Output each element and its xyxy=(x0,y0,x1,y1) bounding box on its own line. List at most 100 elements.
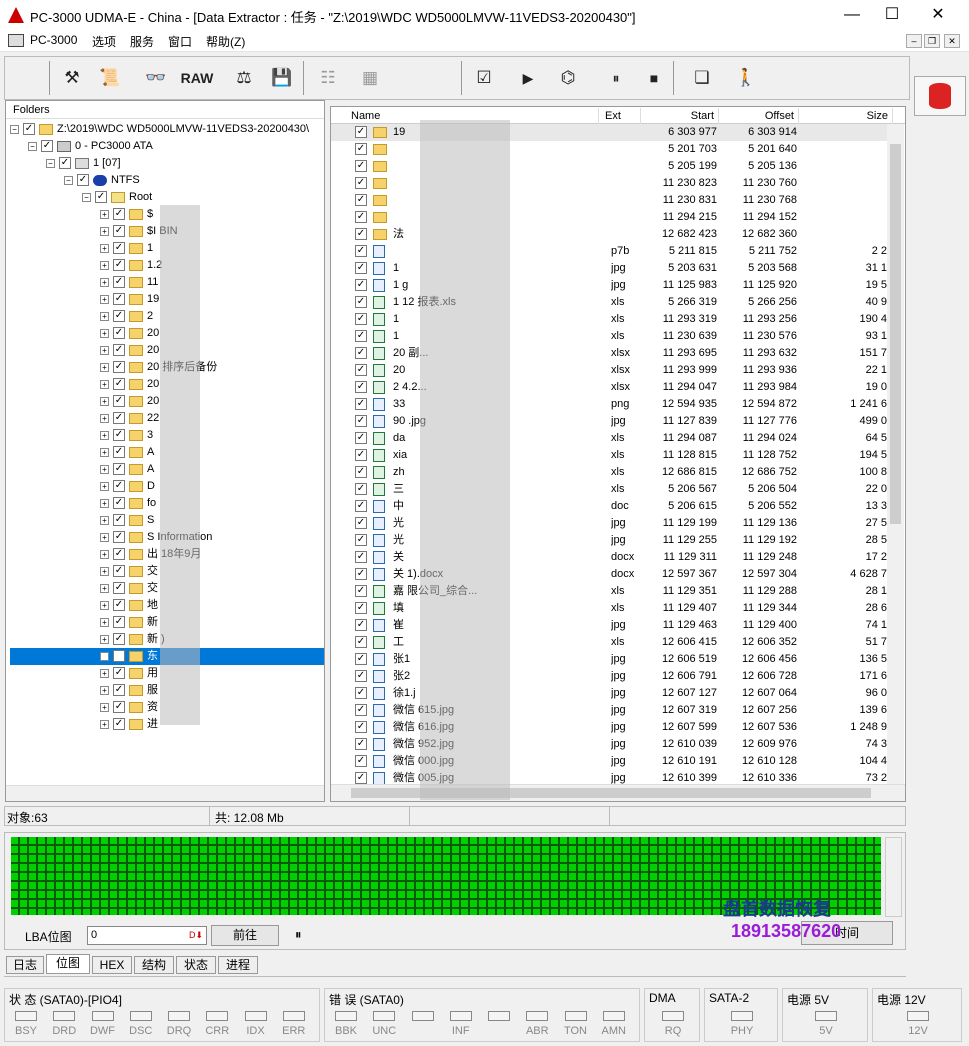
tab-structure[interactable]: 结构 xyxy=(134,956,174,974)
menu-pc3000[interactable]: PC-3000 xyxy=(30,33,77,47)
expand-icon[interactable]: + xyxy=(100,362,109,372)
checkbox[interactable]: ✓ xyxy=(355,517,367,530)
checkbox[interactable]: ✓ xyxy=(113,259,125,272)
windows-icon[interactable]: ❏ xyxy=(689,65,715,91)
tree-node-ntfs[interactable]: − ✓ NTFS xyxy=(10,172,324,189)
checkbox[interactable]: ✓ xyxy=(355,245,367,258)
flow-icon[interactable]: ⌬ xyxy=(553,65,583,91)
file-row[interactable]: ✓ 徐1.j jpg 12 607 127 12 607 064 96 0 xyxy=(331,685,887,702)
file-row[interactable]: ✓ 法 12 682 423 12 682 360 xyxy=(331,226,887,243)
file-row[interactable]: ✓ 1 xls 11 230 639 11 230 576 93 1 xyxy=(331,328,887,345)
checkbox[interactable]: ✓ xyxy=(355,347,367,360)
file-row[interactable]: ✓ 5 205 199 5 205 136 xyxy=(331,158,887,175)
checkbox[interactable]: ✓ xyxy=(355,415,367,428)
expand-icon[interactable]: + xyxy=(100,311,109,321)
checkbox[interactable]: ✓ xyxy=(113,378,125,391)
checkbox[interactable]: ✓ xyxy=(113,242,125,255)
file-row[interactable]: ✓ 填 xls 11 129 407 11 129 344 28 6 xyxy=(331,600,887,617)
checkbox[interactable]: ✓ xyxy=(355,279,367,292)
file-row[interactable]: ✓ 崔 jpg 11 129 463 11 129 400 74 1 xyxy=(331,617,887,634)
checkbox[interactable]: ✓ xyxy=(355,228,367,241)
checkbox[interactable]: ✓ xyxy=(355,194,367,207)
tab-process[interactable]: 进程 xyxy=(218,956,258,974)
checkbox[interactable]: ✓ xyxy=(355,721,367,734)
file-row[interactable]: ✓ 中 doc 5 206 615 5 206 552 13 3 xyxy=(331,498,887,515)
checkbox[interactable]: ✓ xyxy=(113,310,125,323)
checkbox[interactable]: ✓ xyxy=(113,650,125,663)
file-row[interactable]: ✓ 19 6 303 977 6 303 914 xyxy=(331,124,887,141)
checkbox[interactable]: ✓ xyxy=(355,466,367,479)
expand-icon[interactable]: + xyxy=(100,515,109,525)
pause-button[interactable]: ⏸ xyxy=(603,65,629,91)
expand-icon[interactable]: + xyxy=(100,277,109,287)
checkbox[interactable]: ✓ xyxy=(113,208,125,221)
check-icon[interactable]: ☑ xyxy=(471,65,497,91)
folders-hscrollbar[interactable] xyxy=(6,785,324,801)
checkbox[interactable]: ✓ xyxy=(113,599,125,612)
bitmap-vscrollbar[interactable] xyxy=(885,837,902,917)
checkbox[interactable]: ✓ xyxy=(355,755,367,768)
expand-icon[interactable]: + xyxy=(100,481,109,491)
file-row[interactable]: ✓微信 616.jpgjpg12 607 59912 607 5361 248 … xyxy=(331,719,887,736)
file-row[interactable]: ✓ 光 jpg 11 129 199 11 129 136 27 5 xyxy=(331,515,887,532)
expand-icon[interactable]: + xyxy=(100,566,109,576)
checkbox[interactable]: ✓ xyxy=(355,738,367,751)
binoculars-icon[interactable]: 👓 xyxy=(143,65,169,91)
tab-log[interactable]: 日志 xyxy=(6,956,44,974)
checkbox[interactable]: ✓ xyxy=(355,177,367,190)
checkbox[interactable]: ✓ xyxy=(113,701,125,714)
expand-icon[interactable]: + xyxy=(100,549,109,559)
checkbox[interactable]: ✓ xyxy=(113,344,125,357)
checkbox[interactable]: ✓ xyxy=(113,514,125,527)
checkbox[interactable]: ✓ xyxy=(113,225,125,238)
mdi-minimize-button[interactable]: – xyxy=(906,34,922,48)
file-row[interactable]: ✓ da xls 11 294 087 11 294 024 64 5 xyxy=(331,430,887,447)
mdi-app-icon[interactable] xyxy=(8,34,24,47)
checkbox[interactable]: ✓ xyxy=(355,160,367,173)
checkbox[interactable]: ✓ xyxy=(113,446,125,459)
checkbox[interactable]: ✓ xyxy=(355,211,367,224)
checkbox[interactable]: ✓ xyxy=(113,480,125,493)
checkbox[interactable]: ✓ xyxy=(355,126,367,139)
checkbox[interactable]: ✓ xyxy=(355,534,367,547)
file-row[interactable]: ✓微信 615.jpgjpg12 607 31912 607 256139 6 xyxy=(331,702,887,719)
file-row[interactable]: ✓ 90 .jpg jpg 11 127 839 11 127 776 499 0 xyxy=(331,413,887,430)
checkbox[interactable]: ✓ xyxy=(113,463,125,476)
column-offset[interactable]: Offset xyxy=(721,108,799,124)
file-row[interactable]: ✓ 工 xls 12 606 415 12 606 352 51 7 xyxy=(331,634,887,651)
tree-node-partition[interactable]: − ✓ 1 [07] xyxy=(10,155,324,172)
checkbox[interactable]: ✓ xyxy=(355,619,367,632)
tree-icon[interactable]: ☷ xyxy=(315,65,341,91)
expand-icon[interactable]: + xyxy=(100,430,109,440)
menu-window[interactable]: 窗口 xyxy=(168,33,192,50)
file-row[interactable]: ✓ 1 xls 11 293 319 11 293 256 190 4 xyxy=(331,311,887,328)
checkbox[interactable]: ✓ xyxy=(113,684,125,697)
tree-node-drive[interactable]: − ✓ 0 - PC3000 ATA xyxy=(10,138,324,155)
file-row[interactable]: ✓ 1 g jpg 11 125 983 11 125 920 19 5 xyxy=(331,277,887,294)
menu-service[interactable]: 服务 xyxy=(130,33,154,50)
checkbox[interactable]: ✓ xyxy=(355,568,367,581)
expand-icon[interactable]: + xyxy=(100,668,109,678)
checkbox[interactable]: ✓ xyxy=(355,551,367,564)
file-row[interactable]: ✓微信 952.jpgjpg12 610 03912 609 97674 3 xyxy=(331,736,887,753)
vscroll-thumb[interactable] xyxy=(890,144,901,524)
file-row[interactable]: ✓ 20 副... xlsx 11 293 695 11 293 632 151 7 xyxy=(331,345,887,362)
expand-icon[interactable]: + xyxy=(100,396,109,406)
expand-icon[interactable]: + xyxy=(100,413,109,423)
checkbox[interactable]: ✓ xyxy=(113,361,125,374)
file-row[interactable]: ✓ 11 230 831 11 230 768 xyxy=(331,192,887,209)
checkbox[interactable]: ✓ xyxy=(355,432,367,445)
expand-icon[interactable]: + xyxy=(100,702,109,712)
bitmap-pause-button[interactable]: ⏸ xyxy=(295,927,302,943)
checkbox[interactable]: ✓ xyxy=(355,143,367,156)
expand-icon[interactable]: + xyxy=(100,379,109,389)
expand-icon[interactable]: + xyxy=(100,651,109,661)
mdi-restore-button[interactable]: ❐ xyxy=(924,34,940,48)
file-list-hscrollbar[interactable] xyxy=(331,784,905,801)
checkbox[interactable]: ✓ xyxy=(355,483,367,496)
checkbox[interactable]: ✓ xyxy=(113,582,125,595)
expand-icon[interactable]: + xyxy=(100,447,109,457)
tab-bitmap[interactable]: 位图 xyxy=(46,954,90,974)
checkbox[interactable]: ✓ xyxy=(113,429,125,442)
expand-icon[interactable]: + xyxy=(100,260,109,270)
